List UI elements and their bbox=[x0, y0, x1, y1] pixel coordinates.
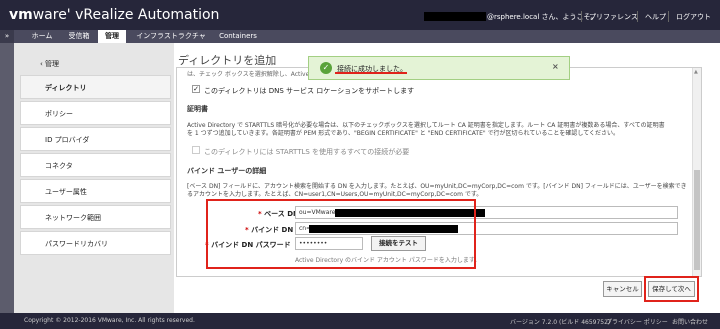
redacted-username bbox=[424, 12, 486, 21]
check-circle-icon: ✓ bbox=[320, 62, 332, 74]
page-title: ディレクトリを追加 bbox=[178, 54, 277, 67]
certificate-description: を 1 つずつ追加していきます。各証明書が PEM 形式であり、"BEGIN C… bbox=[187, 130, 620, 137]
help-link[interactable]: ヘルプ bbox=[645, 12, 666, 22]
sidebar-item-policies[interactable]: ポリシー bbox=[20, 101, 171, 125]
back-to-admin-link[interactable]: ‹ 管理 bbox=[40, 59, 59, 69]
starttls-checkbox[interactable] bbox=[192, 146, 200, 154]
tab-admin[interactable]: 管理 bbox=[98, 30, 126, 43]
close-icon[interactable]: × bbox=[552, 62, 559, 71]
toast-underline-highlight bbox=[335, 72, 407, 74]
tab-infrastructure[interactable]: インフラストラクチャ bbox=[130, 30, 212, 43]
header-divider bbox=[581, 11, 582, 22]
cancel-button[interactable]: キャンセル bbox=[603, 281, 642, 297]
scrollbar-thumb[interactable] bbox=[694, 170, 700, 270]
version-text: バージョン 7.2.0 (ビルド 4659752) bbox=[510, 319, 611, 326]
logout-link[interactable]: ログアウト bbox=[676, 12, 711, 22]
scroll-up-icon[interactable]: ▲ bbox=[694, 69, 698, 75]
left-gutter bbox=[0, 43, 14, 313]
sidebar-item-identity-providers[interactable]: ID プロバイダ bbox=[20, 127, 171, 151]
preferences-link[interactable]: プリファレンス bbox=[589, 12, 638, 22]
dns-checkbox[interactable]: ✓ bbox=[192, 85, 200, 93]
bind-user-heading: バインド ユーザーの詳細 bbox=[187, 167, 267, 175]
bind-description: るアカウントを入力します。たとえば、CN=user1,CN=Users,OU=m… bbox=[187, 191, 483, 198]
copyright-text: Copyright © 2012-2016 VMware, Inc. All r… bbox=[24, 317, 195, 324]
privacy-link[interactable]: プライバシー ポリシー bbox=[606, 317, 668, 326]
truncated-text: は、チェック ボックスを選択解除し、Active D bbox=[187, 71, 316, 78]
header-divider bbox=[637, 11, 638, 22]
dns-checkbox-label: このディレクトリは DNS サービス ロケーションをサポートします bbox=[204, 87, 415, 95]
starttls-checkbox-label: このディレクトリには STARTTLS を使用するすべての接続が必要 bbox=[204, 148, 410, 156]
nav-toggle-button[interactable]: » bbox=[0, 30, 14, 43]
contact-link[interactable]: お問い合わせ bbox=[672, 317, 708, 326]
sidebar-item-user-attributes[interactable]: ユーザー属性 bbox=[20, 179, 171, 203]
sidebar-item-password-recovery[interactable]: パスワードリカバリ bbox=[20, 231, 171, 255]
highlight-bind-fields bbox=[206, 199, 476, 269]
header-divider bbox=[668, 11, 669, 22]
tab-home[interactable]: ホーム bbox=[24, 30, 60, 43]
tab-containers[interactable]: Containers bbox=[214, 30, 262, 43]
app-logo: vmware' vRealize Automation bbox=[9, 7, 220, 23]
sidebar-item-connectors[interactable]: コネクタ bbox=[20, 153, 171, 177]
save-next-button[interactable]: 保存して次へ bbox=[648, 281, 695, 297]
sidebar-item-network-ranges[interactable]: ネットワーク範囲 bbox=[20, 205, 171, 229]
certificate-heading: 証明書 bbox=[187, 105, 208, 113]
tab-inbox[interactable]: 受信箱 bbox=[62, 30, 96, 43]
sidebar-item-directories[interactable]: ディレクトリ bbox=[20, 75, 171, 99]
